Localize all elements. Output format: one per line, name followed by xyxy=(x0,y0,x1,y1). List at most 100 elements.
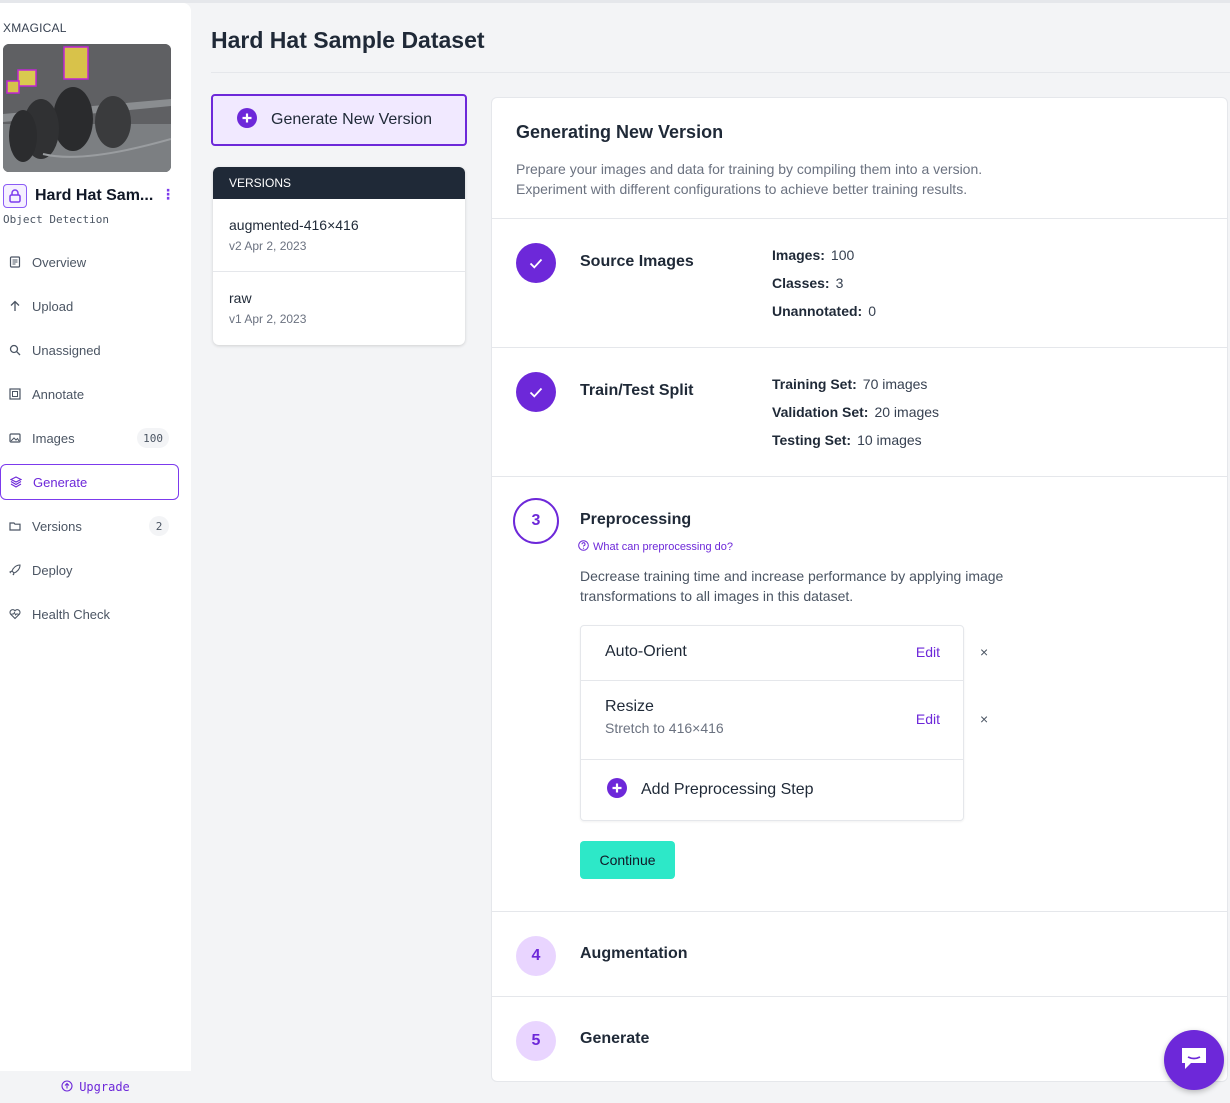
stat-value: 70 images xyxy=(862,376,928,392)
sidebar: XMAGICAL Hard Hat Sam... ⋮ Object Detect… xyxy=(0,3,191,1103)
stat-value: 10 images xyxy=(857,432,922,448)
project-thumbnail-image xyxy=(3,44,171,172)
version-item[interactable]: raw v1 Apr 2, 2023 xyxy=(213,272,465,345)
add-preprocessing-step-button[interactable]: Add Preprocessing Step xyxy=(581,760,963,820)
edit-resize-button[interactable]: Edit xyxy=(916,711,940,727)
remove-resize-close-icon[interactable]: × xyxy=(980,711,988,727)
sidebar-item-label: Upload xyxy=(32,298,74,314)
sidebar-item-label: Images xyxy=(32,430,75,446)
sidebar-item-upload[interactable]: Upload xyxy=(0,288,179,324)
stat-value: 3 xyxy=(835,275,844,291)
panel-description-line: Experiment with different configurations… xyxy=(516,181,968,197)
stat-row: Training Set: 70 images xyxy=(772,376,939,404)
panel-title: Generating New Version xyxy=(516,122,724,142)
panel-header: Generating New Version Prepare your imag… xyxy=(492,98,1227,219)
project-type: Object Detection xyxy=(3,213,109,226)
step-train-test-split[interactable]: Train/Test Split Training Set: 70 images … xyxy=(492,348,1227,477)
versions-list: VERSIONS augmented-416×416 v2 Apr 2, 202… xyxy=(213,167,465,345)
step-title: Source Images xyxy=(580,253,694,270)
sidebar-item-unassigned[interactable]: Unassigned xyxy=(0,332,179,368)
step-title: Train/Test Split xyxy=(580,382,694,399)
stat-value: 100 xyxy=(830,247,855,263)
version-meta: v1 Apr 2, 2023 xyxy=(229,312,307,326)
step-title: Augmentation xyxy=(580,945,688,962)
stat-row: Validation Set: 20 images xyxy=(772,404,939,432)
preprocessing-row-resize: Resize Stretch to 416×416 Edit xyxy=(581,681,963,760)
sidebar-item-annotate[interactable]: Annotate xyxy=(0,376,179,412)
version-meta: v2 Apr 2, 2023 xyxy=(229,239,307,253)
more-options-icon[interactable]: ⋮ xyxy=(161,187,175,201)
continue-button[interactable]: Continue xyxy=(580,841,675,879)
rocket-icon xyxy=(8,563,22,577)
step-number: 4 xyxy=(516,936,556,976)
search-icon xyxy=(8,343,22,357)
plus-circle-icon xyxy=(237,107,257,133)
version-item[interactable]: augmented-416×416 v2 Apr 2, 2023 xyxy=(213,199,465,272)
preprocessing-step-detail: Stretch to 416×416 xyxy=(605,720,724,736)
preprocessing-step-name: Auto-Orient xyxy=(605,643,687,660)
sidebar-item-images[interactable]: Images 100 xyxy=(0,420,179,456)
stat-label: Images: xyxy=(772,247,825,263)
step-generate[interactable]: 5 Generate xyxy=(492,997,1227,1081)
stat-row: Testing Set: 10 images xyxy=(772,432,939,460)
stat-value: 20 images xyxy=(874,404,940,420)
sidebar-item-label: Health Check xyxy=(32,606,111,622)
stat-label: Classes: xyxy=(772,275,830,291)
chat-support-button[interactable] xyxy=(1164,1030,1224,1090)
generate-version-panel: Generating New Version Prepare your imag… xyxy=(491,97,1228,1082)
version-name: raw xyxy=(229,290,252,306)
stat-value: 0 xyxy=(868,303,877,319)
sidebar-item-versions[interactable]: Versions 2 xyxy=(0,508,179,544)
project-header: Hard Hat Sam... ⋮ xyxy=(3,184,183,208)
annotate-icon xyxy=(8,387,22,401)
stat-label: Testing Set: xyxy=(772,432,852,448)
preprocessing-row-auto-orient: Auto-Orient Edit xyxy=(581,626,963,681)
upgrade-button[interactable]: Upgrade xyxy=(0,1071,191,1103)
plus-circle-icon xyxy=(607,777,627,803)
stat-label: Unannotated: xyxy=(772,303,863,319)
page-title: Hard Hat Sample Dataset xyxy=(211,27,485,53)
preprocessing-description: Decrease training time and increase perf… xyxy=(580,568,1004,604)
divider xyxy=(211,72,1230,73)
stat-row: Unannotated: 0 xyxy=(772,303,876,331)
chat-icon xyxy=(1179,1045,1209,1076)
generate-new-version-button[interactable]: Generate New Version xyxy=(211,94,467,146)
add-preprocessing-step-label: Add Preprocessing Step xyxy=(641,781,814,798)
project-thumbnail[interactable] xyxy=(3,44,171,172)
preprocessing-step-name: Resize xyxy=(605,698,654,715)
source-stats: Images: 100 Classes: 3 Unannotated: 0 xyxy=(772,247,876,331)
preprocessing-help-link[interactable]: What can preprocessing do? xyxy=(578,540,733,554)
sidebar-item-label: Unassigned xyxy=(32,342,101,358)
document-icon xyxy=(8,255,22,269)
project-name[interactable]: Hard Hat Sam... xyxy=(35,187,153,205)
stat-label: Training Set: xyxy=(772,376,857,392)
sidebar-item-overview[interactable]: Overview xyxy=(0,244,179,280)
upload-circle-icon xyxy=(61,1079,73,1095)
sidebar-nav: Overview Upload Unassigned Annotate Imag… xyxy=(0,244,191,640)
sidebar-item-health-check[interactable]: Health Check xyxy=(0,596,179,632)
upgrade-label: Upgrade xyxy=(79,1080,130,1094)
workspace-name[interactable]: XMAGICAL xyxy=(3,21,67,35)
sidebar-item-deploy[interactable]: Deploy xyxy=(0,552,179,588)
sidebar-item-label: Versions xyxy=(32,518,82,534)
step-source-images[interactable]: Source Images Images: 100 Classes: 3 Unann… xyxy=(492,219,1227,348)
step-number: 5 xyxy=(516,1021,556,1061)
step-title: Generate xyxy=(580,1030,650,1047)
step-title: Preprocessing xyxy=(580,511,692,528)
step-augmentation[interactable]: 4 Augmentation xyxy=(492,912,1227,997)
sidebar-item-generate[interactable]: Generate xyxy=(0,464,179,500)
step-preprocessing: 3 Preprocessing What can preprocessing d… xyxy=(492,477,1227,912)
images-icon xyxy=(8,431,22,445)
stat-label: Validation Set: xyxy=(772,404,869,420)
stat-row: Classes: 3 xyxy=(772,275,876,303)
panel-description: Prepare your images and data for trainin… xyxy=(516,159,1203,199)
question-circle-icon xyxy=(578,540,589,554)
edit-auto-orient-button[interactable]: Edit xyxy=(916,644,940,660)
preprocessing-steps-list: Auto-Orient Edit Resize Stretch to 416×4… xyxy=(580,625,964,821)
remove-auto-orient-close-icon[interactable]: × xyxy=(980,644,988,660)
versions-icon xyxy=(8,519,22,533)
help-link-label: What can preprocessing do? xyxy=(593,541,734,553)
versions-heading: VERSIONS xyxy=(213,167,465,199)
images-count-badge: 100 xyxy=(137,428,169,448)
panel-description-line: Prepare your images and data for trainin… xyxy=(516,161,983,177)
